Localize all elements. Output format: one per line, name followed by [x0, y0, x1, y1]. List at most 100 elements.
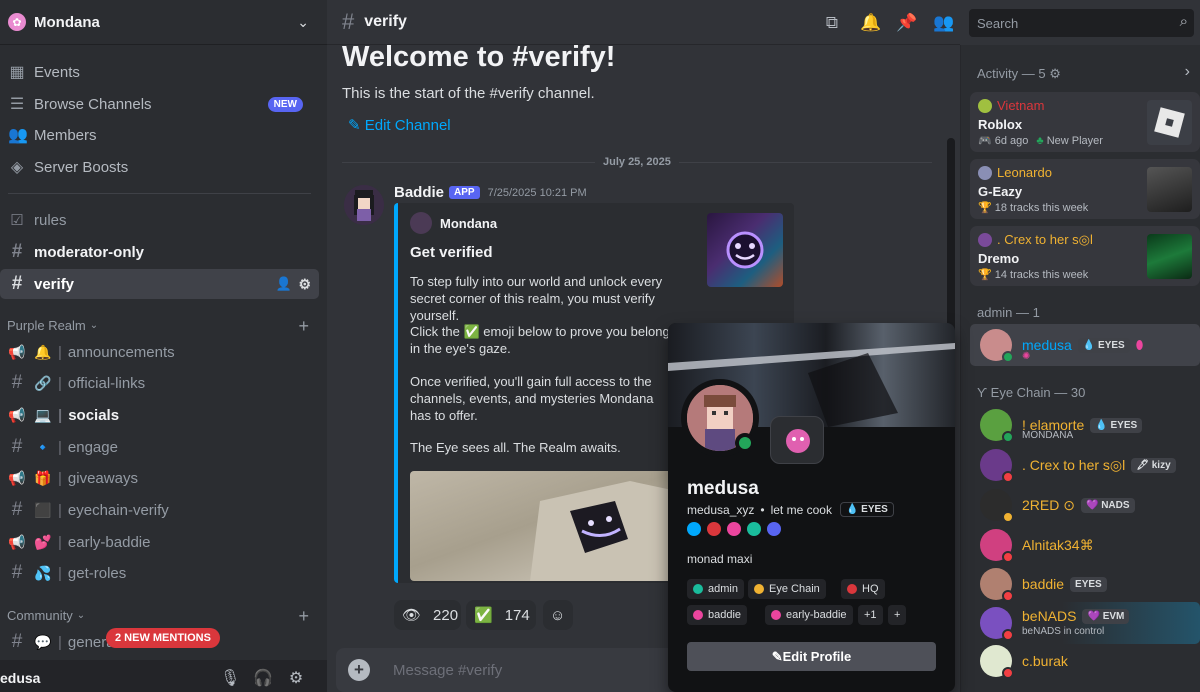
megaphone-icon: 📢: [8, 406, 26, 423]
avatar: [980, 409, 1014, 443]
member-item[interactable]: ! elamorte 💧 EYES MONDANA: [970, 404, 1200, 446]
add-attachment-icon[interactable]: +: [348, 659, 370, 681]
channel-rules[interactable]: ☑ rules: [0, 205, 320, 235]
admin-heading: admin — 1: [977, 305, 1040, 320]
gear-icon[interactable]: ⚙: [298, 276, 311, 293]
chevron-right-icon[interactable]: ›: [1185, 63, 1190, 81]
album-cover: [1147, 234, 1192, 279]
calendar-icon: ▦: [9, 64, 25, 81]
channel-announcements[interactable]: 📢 🔔 | announcements: [0, 337, 320, 367]
tag-badge: 💧 EYES: [1077, 337, 1130, 353]
reaction-check[interactable]: ✅ 174: [466, 600, 536, 630]
gear-icon[interactable]: ⚙: [286, 668, 306, 688]
activity-card[interactable]: Vietnam Roblox 🎮 6d ago ♣ New Player: [970, 92, 1200, 152]
more-roles[interactable]: +1: [858, 605, 883, 625]
member-item[interactable]: Alnitak34⌘: [970, 524, 1200, 566]
gear-icon[interactable]: ⚙: [1049, 66, 1061, 81]
server-header[interactable]: ✿ Mondana ⌄: [0, 0, 327, 45]
channel-eyechain-verify[interactable]: # ⬛ | eyechain-verify: [0, 495, 320, 525]
members-icon: 👥: [8, 127, 28, 144]
profile-name: medusa: [687, 478, 759, 499]
profile-bio: monad maxi: [687, 552, 753, 566]
channel-official-links[interactable]: # 🔗 | official-links: [0, 368, 320, 398]
member-item[interactable]: 2RED ⊙ 💜 NADS: [970, 484, 1200, 526]
divider: [8, 193, 311, 194]
hash-icon: #: [11, 273, 23, 294]
avatar[interactable]: [344, 185, 384, 225]
badge-icon[interactable]: [767, 522, 781, 536]
chevron-down-icon: ⌄: [76, 610, 86, 621]
badge-icon[interactable]: [707, 522, 721, 536]
profile-widget[interactable]: [770, 416, 824, 464]
new-badge: NEW: [267, 97, 303, 112]
sidebar-item-browse-channels[interactable]: ☰ Browse Channels NEW: [0, 89, 320, 119]
sidebar-item-members[interactable]: 👥 Members: [0, 120, 320, 150]
microphone-icon[interactable]: 🎙: [220, 668, 240, 688]
activity-card[interactable]: Leonardo G-Eazy 🏆 18 tracks this week: [970, 159, 1200, 219]
search-input[interactable]: Search ⌕: [969, 9, 1194, 37]
channel-moderator-only[interactable]: # moderator-only: [0, 237, 320, 267]
channel-title: verify: [364, 13, 407, 30]
tag-badge: 💜 EVM: [1082, 608, 1130, 624]
add-channel-icon[interactable]: +: [298, 316, 309, 337]
sidebar-item-events[interactable]: ▦ Events: [0, 57, 320, 87]
role-chip: admin: [687, 579, 744, 599]
sidebar-item-server-boosts[interactable]: ◈ Server Boosts: [0, 152, 320, 182]
message-author[interactable]: Baddie: [394, 184, 444, 201]
megaphone-icon: 📢: [8, 469, 26, 486]
avatar: [978, 165, 992, 180]
member-item[interactable]: medusa 💧 EYES ⬮ ✺: [970, 324, 1200, 366]
member-item[interactable]: beNADS 💜 EVM beNADS in control: [970, 602, 1200, 644]
edit-channel-link[interactable]: ✎ Edit Channel: [348, 116, 451, 134]
category-purple-realm[interactable]: Purple Realm ⌄: [7, 318, 98, 333]
badge-icon[interactable]: [687, 522, 701, 536]
member-item[interactable]: . Crex to her s◎l 🖋 kizy: [970, 444, 1200, 486]
tag-badge: 💧 EYES: [1090, 417, 1143, 433]
pin-icon[interactable]: 📌: [896, 13, 917, 33]
chevron-down-icon[interactable]: ⌄: [297, 14, 309, 31]
tag-badge: EYES: [1070, 576, 1107, 592]
megaphone-icon: 📢: [8, 533, 26, 550]
rules-icon: ☑: [10, 212, 24, 229]
channel-engage[interactable]: # 🔹 | engage: [0, 432, 320, 462]
add-reaction-icon[interactable]: ☺: [543, 600, 573, 630]
embed-thumbnail[interactable]: [707, 213, 783, 287]
role-chip: Eye Chain: [748, 579, 826, 599]
hash-icon: #: [11, 436, 23, 457]
date-label: July 25, 2025: [595, 156, 679, 168]
profile-popout: medusa medusa_xyz • let me cook 💧 EYES mon…: [668, 323, 955, 692]
member-item[interactable]: c.burak: [970, 640, 1200, 682]
channel-verify[interactable]: # verify 👤 ⚙: [0, 269, 319, 299]
activity-card[interactable]: . Crex to her s◎l Dremo 🏆 14 tracks this…: [970, 226, 1200, 286]
role-chip: baddie: [687, 605, 748, 625]
channel-giveaways[interactable]: 📢 🎁 | giveaways: [0, 463, 320, 493]
headphones-icon[interactable]: 🎧: [253, 668, 273, 688]
embed-paragraph: To step fully into our world and unlock …: [410, 274, 663, 323]
new-mentions-pill[interactable]: 2 NEW MENTIONS: [106, 628, 220, 648]
hash-icon: #: [11, 372, 23, 393]
embed-image[interactable]: [410, 471, 700, 581]
message-input[interactable]: Message #verify: [393, 662, 502, 679]
reaction-eye[interactable]: 👁 220: [394, 600, 461, 630]
add-member-icon[interactable]: 👤: [276, 276, 292, 292]
bell-icon[interactable]: 🔔: [860, 13, 881, 33]
profile-badges: [687, 522, 787, 536]
member-list-icon[interactable]: 👥: [933, 13, 954, 33]
hash-icon: #: [342, 9, 355, 34]
eyechain-heading: ϒ Eye Chain — 30: [977, 385, 1086, 400]
edit-profile-button[interactable]: ✎ Edit Profile: [687, 642, 936, 671]
user-name[interactable]: edusa: [0, 670, 40, 686]
category-community[interactable]: Community ⌄: [7, 608, 85, 623]
profile-handle: medusa_xyz • let me cook 💧 EYES: [687, 502, 894, 517]
add-channel-icon[interactable]: +: [298, 606, 309, 627]
add-role-button[interactable]: +: [888, 605, 907, 625]
channel-socials[interactable]: 📢 💻 | socials: [0, 400, 320, 430]
badge-icon[interactable]: [747, 522, 761, 536]
channel-get-roles[interactable]: # 💦 | get-roles: [0, 558, 320, 588]
hash-icon: #: [11, 631, 23, 652]
threads-icon[interactable]: ⧉: [822, 13, 842, 33]
avatar: [978, 233, 992, 247]
member-item[interactable]: baddie EYES: [970, 563, 1200, 605]
channel-early-baddie[interactable]: 📢 💕 | early-baddie: [0, 527, 320, 557]
badge-icon[interactable]: [727, 522, 741, 536]
